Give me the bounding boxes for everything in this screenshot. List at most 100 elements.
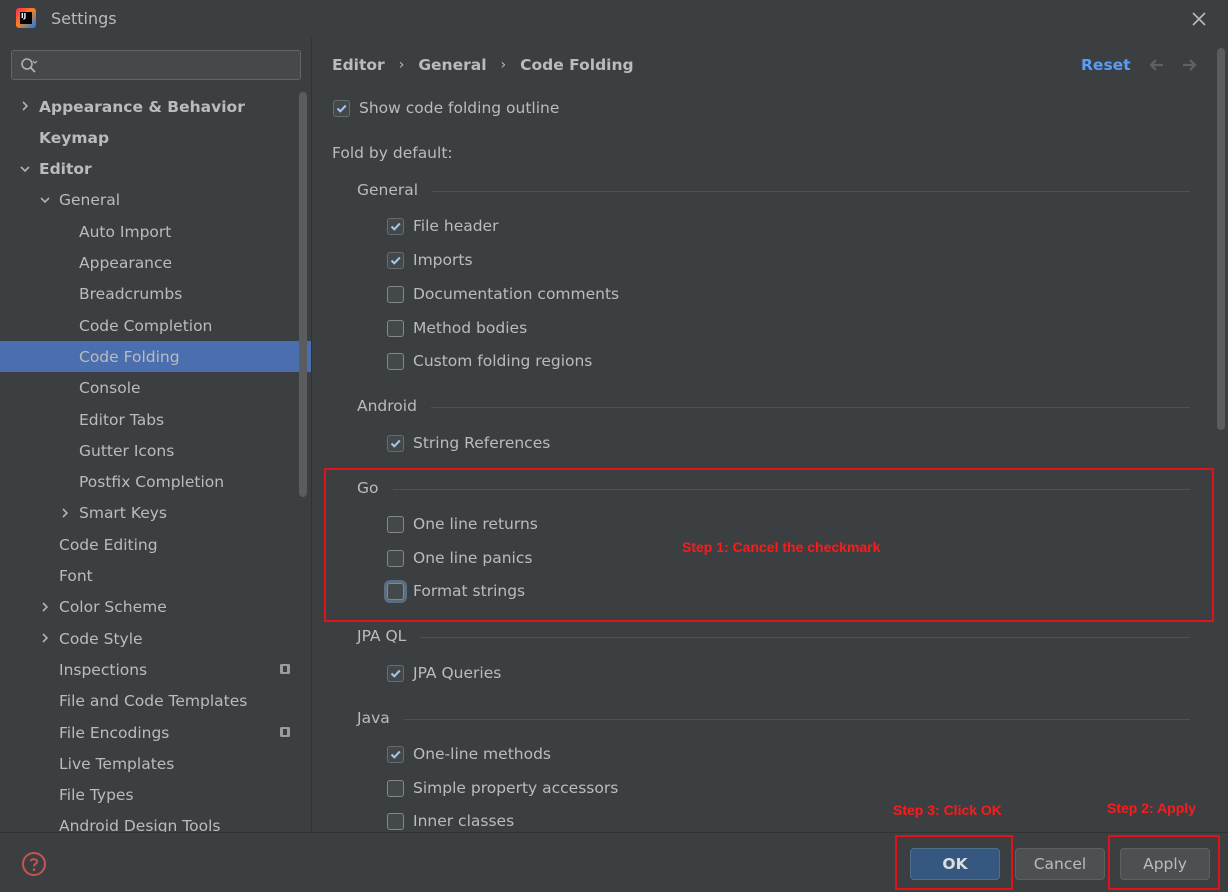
- method-bodies-label: Method bodies: [413, 319, 528, 337]
- fold-by-default-label: Fold by default:: [332, 144, 453, 162]
- show-code-folding-outline-checkbox[interactable]: [333, 99, 350, 117]
- step1-annotation: Step 1: Cancel the checkmark: [682, 539, 881, 555]
- group-separator: [432, 191, 1190, 192]
- breadcrumb-separator: ›: [398, 57, 405, 73]
- chevron-right-icon[interactable]: [59, 507, 71, 519]
- sidebar-item-gutter-icons[interactable]: Gutter Icons: [0, 435, 311, 466]
- breadcrumb-editor: Editor: [332, 56, 385, 74]
- reset-link[interactable]: Reset: [1081, 56, 1131, 74]
- intellij-logo-icon: IJ: [16, 8, 36, 28]
- sidebar-item-file-types[interactable]: File Types: [0, 780, 311, 811]
- chevron-down-icon[interactable]: [39, 194, 51, 206]
- sidebar-item-console[interactable]: Console: [0, 373, 311, 404]
- sidebar-scrollbar[interactable]: [299, 92, 307, 497]
- sidebar-item-label: Appearance: [79, 254, 173, 272]
- documentation-comments-checkbox-row[interactable]: Documentation comments: [387, 285, 619, 303]
- one-line-methods-label: One-line methods: [413, 745, 551, 763]
- documentation-comments-label: Documentation comments: [413, 285, 620, 303]
- forward-arrow-icon[interactable]: [1180, 56, 1198, 74]
- sidebar-item-appearance[interactable]: Appearance: [0, 248, 311, 279]
- method-bodies-checkbox-row[interactable]: Method bodies: [387, 319, 527, 337]
- sidebar-item-label: Breadcrumbs: [79, 285, 183, 304]
- sidebar-item-auto-import[interactable]: Auto Import: [0, 216, 311, 247]
- sidebar-item-inspections[interactable]: Inspections: [0, 654, 311, 685]
- custom-folding-regions-checkbox[interactable]: [387, 352, 404, 370]
- sidebar-item-label: Auto Import: [79, 222, 172, 241]
- file-header-label: File header: [413, 217, 499, 235]
- search-box[interactable]: [11, 50, 301, 80]
- checkmark-icon: [390, 222, 401, 231]
- sidebar-item-label: Code Editing: [59, 535, 158, 554]
- sidebar-item-label: Code Completion: [79, 316, 213, 335]
- chevron-right-icon[interactable]: [39, 601, 51, 613]
- sidebar-item-label: Postfix Completion: [79, 473, 225, 492]
- jpa-queries-checkbox-row[interactable]: JPA Queries: [387, 664, 501, 682]
- group-separator: [420, 637, 1190, 638]
- sidebar-item-file-encodings[interactable]: File Encodings: [0, 717, 311, 748]
- sidebar-item-code-folding[interactable]: Code Folding: [0, 341, 311, 373]
- close-icon: [1192, 12, 1206, 26]
- project-icon: [280, 727, 290, 737]
- checkmark-icon: [390, 669, 401, 678]
- breadcrumb-general: General: [418, 56, 487, 74]
- show-code-folding-outline-label: Show code folding outline: [359, 99, 560, 117]
- inner-classes-checkbox-row[interactable]: Inner classes: [387, 812, 514, 830]
- sidebar-item-smart-keys[interactable]: Smart Keys: [0, 498, 311, 529]
- window-title: Settings: [51, 9, 117, 28]
- sidebar-item-label: File and Code Templates: [59, 692, 248, 711]
- method-bodies-checkbox[interactable]: [387, 319, 404, 337]
- cancel-button[interactable]: Cancel: [1015, 848, 1105, 880]
- chevron-down-icon[interactable]: [19, 163, 31, 175]
- sidebar-item-label: Keymap: [39, 128, 110, 147]
- sidebar-item-code-completion[interactable]: Code Completion: [0, 310, 311, 341]
- sidebar-item-code-style[interactable]: Code Style: [0, 623, 311, 654]
- group-title-android: Android: [357, 397, 417, 415]
- sidebar-item-font[interactable]: Font: [0, 561, 311, 592]
- inner-classes-label: Inner classes: [413, 812, 515, 830]
- sidebar-item-color-scheme[interactable]: Color Scheme: [0, 592, 311, 623]
- custom-folding-regions-checkbox-row[interactable]: Custom folding regions: [387, 352, 592, 370]
- checkmark-icon: [390, 439, 401, 448]
- sidebar-item-editor-tabs[interactable]: Editor Tabs: [0, 404, 311, 435]
- breadcrumb: Editor › General › Code Folding: [332, 56, 634, 74]
- title-bar: IJ Settings: [0, 0, 1228, 38]
- sidebar-item-live-templates[interactable]: Live Templates: [0, 748, 311, 779]
- inner-classes-checkbox[interactable]: [387, 812, 404, 830]
- one-line-methods-checkbox-row[interactable]: One-line methods: [387, 745, 551, 763]
- imports-checkbox[interactable]: [387, 251, 404, 269]
- file-header-checkbox-row[interactable]: File header: [387, 217, 498, 235]
- one-line-methods-checkbox[interactable]: [387, 745, 404, 763]
- file-header-checkbox[interactable]: [387, 217, 404, 235]
- sidebar-item-label: Smart Keys: [79, 504, 167, 523]
- imports-checkbox-row[interactable]: Imports: [387, 251, 473, 269]
- sidebar-item-editor[interactable]: Editor: [0, 154, 311, 185]
- string-references-checkbox[interactable]: [387, 434, 404, 452]
- sidebar-item-appearance-behavior[interactable]: Appearance & Behavior: [0, 91, 311, 122]
- chevron-right-icon[interactable]: [39, 632, 51, 644]
- simple-property-accessors-checkbox[interactable]: [387, 779, 404, 797]
- documentation-comments-checkbox[interactable]: [387, 285, 404, 303]
- back-arrow-icon[interactable]: [1148, 56, 1166, 74]
- search-input[interactable]: [46, 55, 296, 75]
- chevron-right-icon[interactable]: [19, 100, 31, 112]
- sidebar-item-label: File Types: [59, 786, 134, 805]
- sidebar-item-breadcrumbs[interactable]: Breadcrumbs: [0, 279, 311, 310]
- close-button[interactable]: [1188, 8, 1210, 30]
- simple-property-accessors-checkbox-row[interactable]: Simple property accessors: [387, 779, 618, 797]
- sidebar-item-general[interactable]: General: [0, 185, 311, 216]
- ok-button-highlight: [895, 835, 1013, 890]
- content-scrollbar[interactable]: [1217, 48, 1225, 430]
- help-icon[interactable]: [21, 851, 47, 877]
- sidebar-item-keymap[interactable]: Keymap: [0, 122, 311, 153]
- sidebar-item-android-design-tools[interactable]: Android Design Tools: [0, 811, 311, 832]
- step3-annotation: Step 3: Click OK: [893, 802, 1002, 818]
- sidebar-item-file-and-code-templates[interactable]: File and Code Templates: [0, 686, 311, 717]
- jpa-queries-checkbox[interactable]: [387, 664, 404, 682]
- search-icon: [21, 58, 38, 73]
- show-code-folding-outline-checkbox-row[interactable]: Show code folding outline: [333, 99, 559, 117]
- sidebar-item-postfix-completion[interactable]: Postfix Completion: [0, 467, 311, 498]
- sidebar-item-label: Editor Tabs: [79, 410, 165, 429]
- sidebar-item-code-editing[interactable]: Code Editing: [0, 529, 311, 560]
- checkmark-icon: [336, 104, 347, 113]
- string-references-checkbox-row[interactable]: String References: [387, 434, 550, 452]
